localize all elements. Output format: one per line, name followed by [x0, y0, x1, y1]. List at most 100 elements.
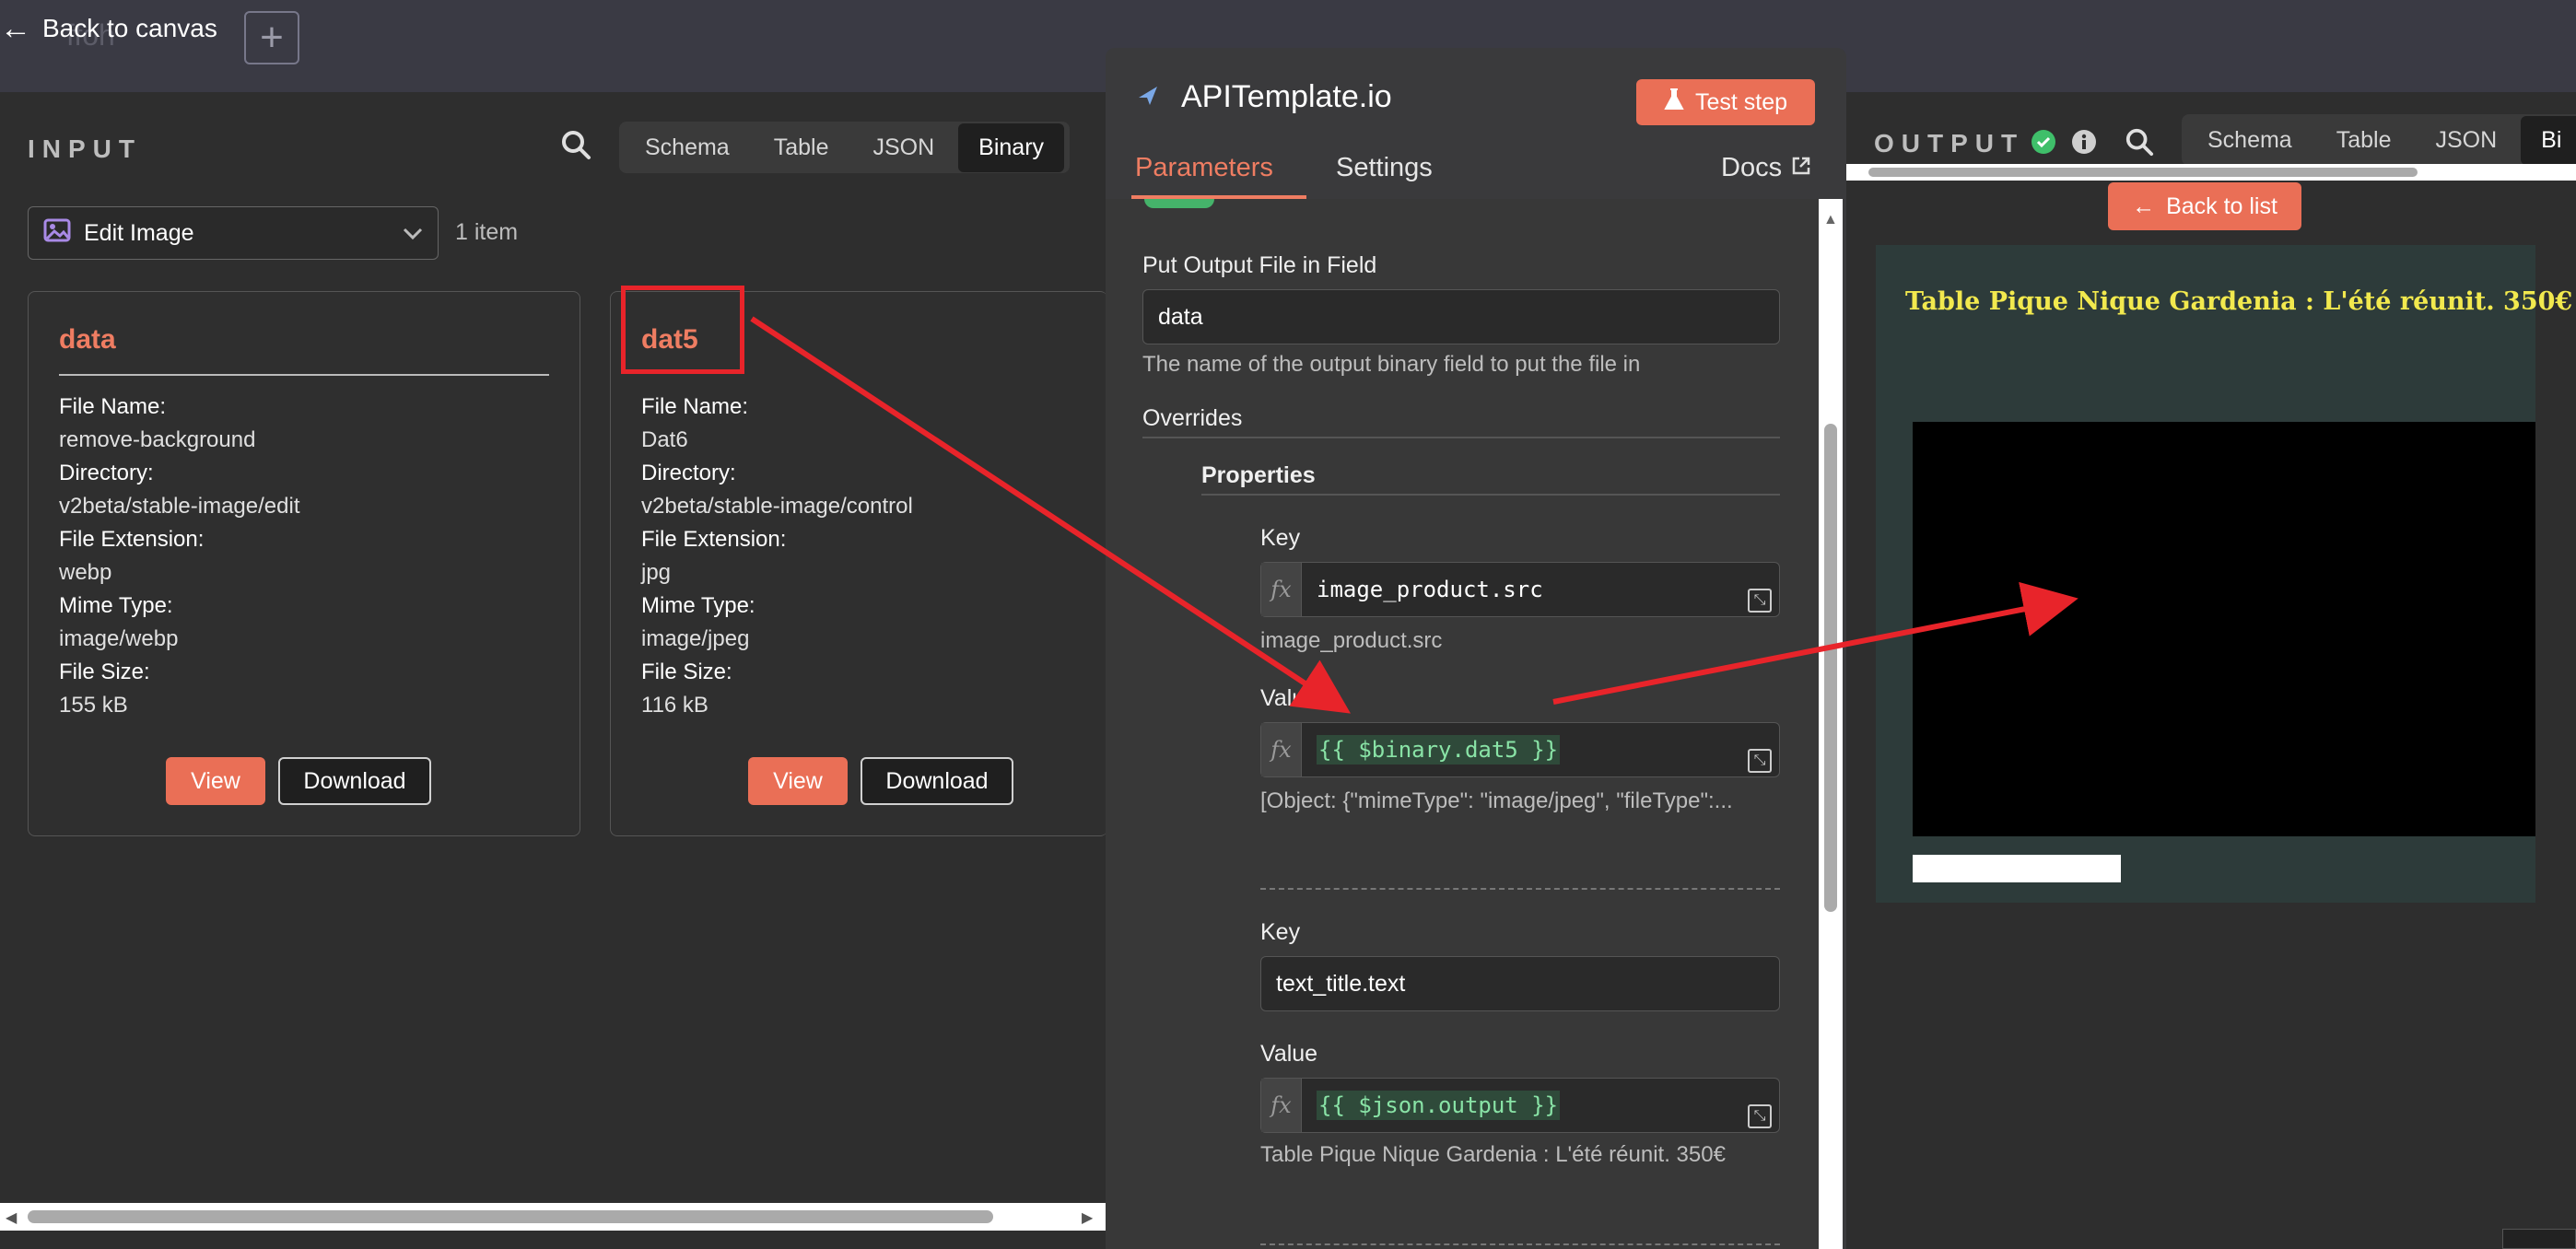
tab-table[interactable]: Table — [2316, 116, 2412, 165]
field-value: image/jpeg — [641, 626, 750, 651]
properties-label: Properties — [1201, 462, 1316, 488]
scrollbar-thumb[interactable] — [1824, 424, 1837, 912]
corner-control — [2502, 1229, 2576, 1249]
expand-icon[interactable]: ⤡ — [1748, 1104, 1772, 1128]
field-value: v2beta/stable-image/control — [641, 494, 913, 519]
overrides-label: Overrides — [1142, 405, 1243, 431]
send-icon — [1135, 83, 1161, 109]
value-result-hint: Table Pique Nique Gardenia : L'été réuni… — [1260, 1142, 1726, 1167]
tab-table[interactable]: Table — [754, 123, 849, 172]
field-value: jpg — [641, 560, 672, 585]
value-expression-input[interactable]: fx {{ $json.output }} ⤡ — [1260, 1078, 1780, 1133]
field-key: Mime Type: — [641, 593, 755, 618]
field-value: image/webp — [59, 626, 179, 651]
value-label: Value — [1260, 1041, 1318, 1067]
view-button[interactable]: View — [748, 757, 848, 805]
info-icon[interactable] — [2071, 129, 2097, 155]
fx-icon: fx — [1261, 1079, 1302, 1132]
value-expression-value: {{ $json.output }} — [1302, 1091, 1779, 1120]
tab-schema[interactable]: Schema — [625, 123, 750, 172]
annotation-box — [621, 286, 744, 374]
node-select-value: Edit Image — [84, 219, 194, 246]
value-expression-value: {{ $binary.dat5 }} — [1302, 735, 1779, 765]
tab-json[interactable]: JSON — [2415, 116, 2517, 165]
download-button[interactable]: Download — [861, 757, 1013, 805]
value-expression-input[interactable]: fx {{ $binary.dat5 }} ⤡ — [1260, 722, 1780, 777]
expression-text: {{ $json.output }} — [1317, 1091, 1561, 1120]
key-expression-value: image_product.src — [1317, 577, 1543, 602]
value-result-hint: [Object: {"mimeType": "image/jpeg", "fil… — [1260, 788, 1733, 813]
back-to-list-label: Back to list — [2166, 193, 2277, 219]
back-to-canvas-label: Back to canvas — [42, 14, 217, 42]
expand-icon[interactable]: ⤡ — [1748, 589, 1772, 613]
value-label: Value — [1260, 685, 1318, 711]
divider — [1201, 494, 1780, 496]
card-metadata: File Name: remove-background Directory: … — [59, 391, 300, 722]
output-field-input[interactable]: data — [1142, 289, 1780, 344]
external-link-icon — [1791, 153, 1811, 183]
output-horizontal-scrollbar[interactable] — [1846, 164, 2576, 181]
node-title: APITemplate.io — [1181, 79, 1392, 114]
field-key: File Size: — [641, 660, 732, 684]
test-step-label: Test step — [1694, 88, 1788, 115]
download-button[interactable]: Download — [278, 757, 431, 805]
scrollbar-thumb[interactable] — [28, 1210, 993, 1223]
field-value: Dat6 — [641, 427, 688, 452]
field-key: Directory: — [59, 461, 154, 485]
output-label: OUTPUT — [1874, 129, 2025, 158]
key-expression-input[interactable]: fx image_product.src ⤡ — [1260, 562, 1780, 617]
tab-parameters[interactable]: Parameters — [1135, 153, 1273, 183]
vertical-scrollbar[interactable]: ▲ — [1819, 199, 1843, 1249]
search-icon[interactable] — [2125, 127, 2154, 157]
docs-link[interactable]: Docs — [1721, 153, 1811, 183]
card-metadata: File Name: Dat6 Directory: v2beta/stable… — [641, 391, 913, 722]
preview-placeholder-bar — [1913, 855, 2121, 882]
tab-schema[interactable]: Schema — [2187, 116, 2313, 165]
toggle-switch[interactable] — [1144, 199, 1214, 208]
test-step-button[interactable]: Test step — [1636, 79, 1815, 125]
item-count: 1 item — [455, 219, 519, 245]
field-value: v2beta/stable-image/edit — [59, 494, 300, 519]
expand-icon[interactable]: ⤡ — [1748, 749, 1772, 773]
node-select[interactable]: Edit Image — [28, 206, 439, 260]
property-separator — [1260, 1243, 1780, 1245]
input-view-tabs: Schema Table JSON Binary — [619, 122, 1071, 173]
key-label: Key — [1260, 919, 1301, 945]
scrollbar-thumb[interactable] — [1868, 168, 2418, 177]
search-icon[interactable] — [560, 129, 591, 160]
field-value: 116 kB — [641, 693, 708, 718]
check-circle-icon — [2031, 129, 2056, 155]
scroll-right-icon[interactable]: ▶ — [1082, 1208, 1093, 1227]
plus-icon: + — [260, 15, 284, 60]
scroll-up-icon[interactable]: ▲ — [1823, 212, 1838, 228]
field-key: Directory: — [641, 461, 736, 485]
view-button[interactable]: View — [166, 757, 265, 805]
add-node-button[interactable]: + — [244, 11, 299, 64]
tab-binary[interactable]: Bi — [2521, 115, 2576, 165]
horizontal-scrollbar[interactable]: ◀ ▶ — [0, 1203, 1106, 1231]
scroll-left-icon[interactable]: ◀ — [6, 1208, 17, 1227]
field-key: File Extension: — [641, 527, 787, 552]
key-label: Key — [1260, 525, 1301, 551]
back-to-canvas-button[interactable]: ← Back to canvas — [0, 6, 217, 52]
field-value: webp — [59, 560, 112, 585]
arrow-left-icon: ← — [2132, 193, 2156, 219]
tab-binary[interactable]: Binary — [958, 123, 1065, 172]
key-input[interactable]: text_title.text — [1260, 956, 1780, 1011]
card-divider — [59, 374, 549, 376]
divider — [1142, 437, 1780, 438]
output-field-label: Put Output File in Field — [1142, 252, 1377, 278]
fx-icon: fx — [1261, 723, 1302, 776]
field-key: File Size: — [59, 660, 150, 684]
arrow-left-icon: ← — [0, 10, 31, 46]
back-to-list-button[interactable]: ← Back to list — [2108, 182, 2301, 230]
tab-json[interactable]: JSON — [852, 123, 954, 172]
fx-icon: fx — [1261, 563, 1302, 616]
preview-title: Table Pique Nique Gardenia : L'été réuni… — [1905, 287, 2573, 316]
output-view-tabs: Schema Table JSON Bi — [2182, 114, 2576, 166]
tab-settings[interactable]: Settings — [1336, 153, 1433, 183]
docs-label: Docs — [1721, 153, 1783, 182]
card-title: data — [59, 324, 116, 355]
output-field-hint: The name of the output binary field to p… — [1142, 352, 1641, 377]
input-label: INPUT — [28, 134, 142, 163]
